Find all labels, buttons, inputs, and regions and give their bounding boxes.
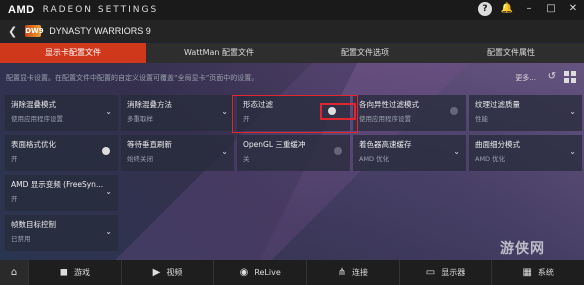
tile-value: AMD 优化 — [359, 155, 390, 163]
tile-label: 纹理过滤质量 — [475, 100, 520, 109]
tile-value: 使用应用程序设置 — [359, 115, 411, 123]
minimize-button[interactable]: – — [522, 2, 536, 16]
tile-value: 使用应用程序设置 — [11, 115, 63, 123]
tile-value: AMD 优化 — [475, 155, 506, 163]
home-button[interactable]: ⌂ — [0, 260, 29, 285]
nav-label: 连接 — [352, 268, 369, 277]
back-arrow-icon[interactable]: ❮ — [8, 25, 17, 38]
close-button[interactable]: ✕ — [566, 2, 580, 16]
toggle-switch[interactable] — [334, 147, 342, 155]
tile-label: OpenGL 三重缓冲 — [243, 140, 306, 149]
chevron-down-icon[interactable]: ⌄ — [105, 187, 112, 196]
nav-label: ReLive — [254, 268, 281, 277]
tab-graphics-profile[interactable]: 显示卡配置文件 — [0, 43, 146, 63]
tab-profile-options[interactable]: 配置文件选项 — [292, 43, 438, 63]
app-title: RADEON SETTINGS — [42, 5, 159, 15]
game-icon: DW9 — [25, 25, 44, 37]
toggle-switch[interactable] — [450, 107, 458, 115]
tile-label: 着色器高速缓存 — [359, 140, 412, 149]
tile-label: 帧数目标控制 — [11, 220, 56, 229]
highlight-toggle-frame — [320, 103, 356, 120]
tile-surface-format-optimization[interactable]: 表面格式优化 开 — [5, 135, 118, 171]
nav-label: 系统 — [537, 268, 554, 277]
tile-label: 各向异性过滤模式 — [359, 100, 419, 109]
monitor-icon: ▭ — [425, 267, 436, 278]
nav-label: 显示器 — [441, 268, 466, 277]
toggle-switch[interactable] — [102, 147, 110, 155]
play-icon: ▶ — [152, 267, 161, 278]
grid-view-icon[interactable] — [564, 71, 576, 83]
nav-display[interactable]: ▭ 显示器 — [400, 260, 493, 285]
game-header: ❮ DW9 DYNASTY WARRIORS 9 — [0, 20, 584, 42]
nav-label: 游戏 — [73, 268, 90, 277]
profile-tabs: 显示卡配置文件 WattMan 配置文件 配置文件选项 配置文件属性 — [0, 43, 584, 63]
tile-anti-aliasing-method[interactable]: 消除混叠方法 多重取样 ⌄ — [121, 95, 234, 131]
bell-icon[interactable]: 🔔 — [500, 2, 514, 16]
reset-icon[interactable]: ↺ — [548, 71, 556, 82]
chevron-down-icon[interactable]: ⌄ — [453, 147, 460, 156]
share-icon: ⋔ — [337, 267, 347, 278]
tile-value: 已禁用 — [11, 235, 31, 243]
tile-anti-aliasing-mode[interactable]: 消除混叠模式 使用应用程序设置 ⌄ — [5, 95, 118, 131]
tile-wait-vertical-refresh[interactable]: 等待垂直刷新 始终关闭 ⌄ — [121, 135, 234, 171]
amd-logo: AMD — [8, 4, 35, 16]
chevron-down-icon[interactable]: ⌄ — [105, 107, 112, 116]
tile-value: 始终关闭 — [127, 155, 153, 163]
info-text: 配置显卡设置。在配置文件中配置的自定义设置可覆盖“全局显卡”页面中的设置。 — [6, 74, 259, 82]
tile-label: 曲面细分模式 — [475, 140, 520, 149]
home-icon: ⌂ — [10, 267, 18, 278]
chevron-down-icon[interactable]: ⌄ — [221, 107, 228, 116]
tile-shader-cache[interactable]: 着色器高速缓存 AMD 优化 ⌄ — [353, 135, 466, 171]
info-bar: 配置显卡设置。在配置文件中配置的自定义设置可覆盖“全局显卡”页面中的设置。 更多… — [0, 63, 584, 91]
nav-relive[interactable]: ◉ ReLive — [214, 260, 308, 285]
relive-icon: ◉ — [239, 267, 249, 278]
gamepad-icon: ◼ — [59, 267, 68, 278]
title-bar: AMD RADEON SETTINGS ? 🔔 – □ ✕ — [0, 0, 584, 20]
tile-value: 多重取样 — [127, 115, 153, 123]
tile-label: 消除混叠方法 — [127, 100, 172, 109]
more-link[interactable]: 更多... — [515, 73, 536, 83]
tile-tessellation-mode[interactable]: 曲面细分模式 AMD 优化 ⌄ — [469, 135, 582, 171]
tile-opengl-triple-buffering[interactable]: OpenGL 三重缓冲 关 — [237, 135, 350, 171]
tab-profile-properties[interactable]: 配置文件属性 — [438, 43, 584, 63]
nav-system[interactable]: ▦ 系统 — [492, 260, 584, 285]
tile-label: 消除混叠模式 — [11, 100, 56, 109]
system-icon: ▦ — [522, 267, 532, 278]
tab-wattman-profile[interactable]: WattMan 配置文件 — [146, 43, 292, 63]
help-icon[interactable]: ? — [478, 2, 492, 16]
tile-label: 等待垂直刷新 — [127, 140, 172, 149]
tile-label: AMD 显示变频 (FreeSyn... — [11, 180, 104, 189]
tile-label: 表面格式优化 — [11, 140, 56, 149]
nav-games[interactable]: ◼ 游戏 — [29, 260, 122, 285]
tile-anisotropic-filtering[interactable]: 各向异性过滤模式 使用应用程序设置 — [353, 95, 466, 131]
tile-amd-freesync[interactable]: AMD 显示变频 (FreeSyn... 开 ⌄ — [5, 175, 118, 211]
tile-value: 关 — [243, 155, 250, 163]
chevron-down-icon[interactable]: ⌄ — [105, 227, 112, 236]
chevron-down-icon[interactable]: ⌄ — [569, 147, 576, 156]
nav-label: 视频 — [166, 268, 183, 277]
bottom-nav: ⌂ ◼ 游戏 ▶ 视频 ◉ ReLive ⋔ 连接 ▭ 显示器 ▦ 系统 — [0, 260, 584, 285]
tile-frame-rate-target-control[interactable]: 帧数目标控制 已禁用 ⌄ — [5, 215, 118, 251]
tile-value: 开 — [11, 155, 18, 163]
chevron-down-icon[interactable]: ⌄ — [221, 147, 228, 156]
nav-connect[interactable]: ⋔ 连接 — [307, 260, 400, 285]
tile-value: 性能 — [475, 115, 488, 123]
nav-video[interactable]: ▶ 视频 — [122, 260, 215, 285]
maximize-button[interactable]: □ — [544, 2, 558, 16]
chevron-down-icon[interactable]: ⌄ — [569, 107, 576, 116]
game-title: DYNASTY WARRIORS 9 — [49, 26, 151, 36]
tile-value: 开 — [11, 195, 18, 203]
tile-texture-filtering-quality[interactable]: 纹理过滤质量 性能 ⌄ — [469, 95, 582, 131]
watermark: 游侠网 — [500, 241, 545, 257]
